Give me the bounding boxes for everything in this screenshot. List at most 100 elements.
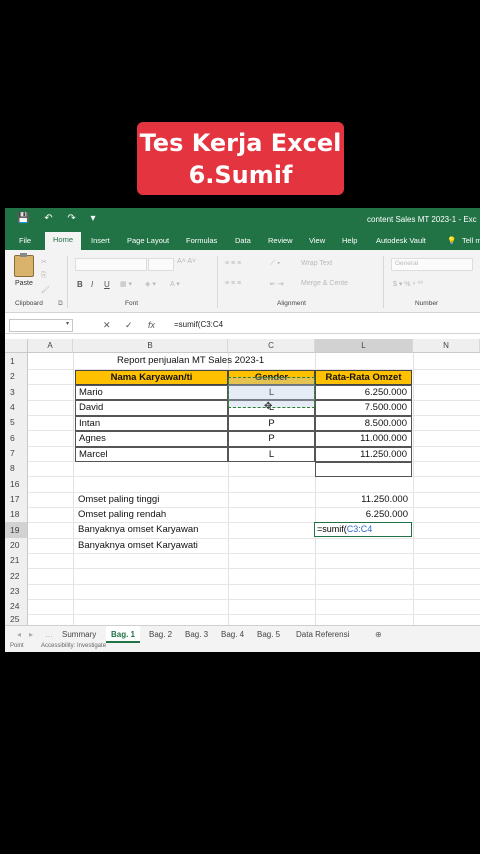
paste-button[interactable]: Paste [15, 280, 33, 287]
currency-icon[interactable]: $ ▾ % ⁹ ⁰⁰ [393, 280, 423, 288]
sheet-tab-data-referensi[interactable]: Data Referensi [296, 630, 349, 639]
column-header-a[interactable]: A [28, 339, 73, 353]
italic-button[interactable]: I [91, 280, 93, 289]
row-header[interactable]: 22 [5, 568, 28, 584]
fill-color-icon[interactable]: ◈ ▾ [145, 280, 156, 288]
cut-icon[interactable]: ✂ [41, 258, 47, 266]
record-gender[interactable]: P [228, 431, 315, 447]
more-sheets-icon[interactable]: … [45, 630, 53, 639]
record-omzet[interactable]: 7.500.000 [315, 400, 412, 416]
font-size-box[interactable] [148, 258, 174, 271]
align-left-icon[interactable]: ≡ ≡ ≡ [225, 280, 241, 287]
select-all-corner[interactable] [5, 339, 28, 353]
font-name-box[interactable] [75, 258, 147, 271]
insert-function-icon[interactable]: fx [148, 320, 155, 330]
increase-font-icon[interactable]: A˄ A˅ [177, 258, 196, 265]
record-name[interactable]: David [75, 400, 228, 416]
record-name[interactable]: Agnes [75, 431, 228, 447]
ribbon-tabs: File Home Insert Page Layout Formulas Da… [5, 230, 480, 250]
clipboard-launcher-icon[interactable]: ⧉ [58, 300, 63, 308]
number-format-box[interactable]: General [391, 258, 473, 271]
summary-highest-label[interactable]: Omset paling tinggi [75, 494, 159, 505]
row-header[interactable]: 1 [5, 353, 28, 369]
row-header[interactable]: 21 [5, 553, 28, 568]
record-gender[interactable]: P [228, 416, 315, 431]
quick-access-toolbar[interactable]: 💾 ↶ ↷ ▾ [17, 213, 102, 224]
indent-icon[interactable]: ⇤ ⇥ [270, 280, 284, 288]
row-header[interactable]: 7 [5, 446, 28, 461]
bold-button[interactable]: B [77, 280, 83, 289]
record-omzet[interactable]: 6.250.000 [315, 385, 412, 400]
tab-file[interactable]: File [19, 236, 31, 245]
column-header-n[interactable]: N [413, 339, 480, 353]
sheet-tab-summary[interactable]: Summary [62, 630, 96, 639]
sheet-tab-bag-5[interactable]: Bag. 5 [257, 630, 280, 639]
row-header[interactable]: 25 [5, 614, 28, 625]
column-header-l[interactable]: L [315, 339, 413, 353]
row-header[interactable]: 24 [5, 599, 28, 614]
sheet-tab-bag-3[interactable]: Bag. 3 [185, 630, 208, 639]
tab-insert[interactable]: Insert [91, 236, 110, 245]
row-header[interactable]: 3 [5, 384, 28, 400]
enter-icon[interactable]: ✓ [125, 320, 133, 331]
tab-formulas[interactable]: Formulas [186, 236, 217, 245]
name-box[interactable] [9, 319, 73, 332]
wrap-text-button[interactable]: Wrap Text [301, 260, 332, 267]
underline-button[interactable]: U [104, 280, 110, 289]
merge-center-button[interactable]: Merge & Cente [301, 280, 348, 287]
row-header[interactable]: 5 [5, 415, 28, 430]
row-header[interactable]: 17 [5, 492, 28, 507]
column-header-b[interactable]: B [73, 339, 228, 353]
formula-input[interactable]: =sumif(C3:C4 [174, 320, 223, 329]
scroll-right-icon[interactable]: ▸ [29, 630, 33, 639]
tab-autodesk-vault[interactable]: Autodesk Vault [376, 236, 426, 245]
row-header[interactable]: 16 [5, 476, 28, 492]
row-header[interactable]: 18 [5, 507, 28, 522]
lightbulb-icon[interactable]: 💡 [447, 236, 456, 245]
record-omzet[interactable]: 11.000.000 [315, 431, 412, 447]
font-color-icon[interactable]: A ▾ [170, 280, 180, 288]
tab-view[interactable]: View [309, 236, 325, 245]
borders-icon[interactable]: ▦ ▾ [120, 280, 132, 288]
row-header[interactable]: 23 [5, 584, 28, 599]
sheet-tab-bag-4[interactable]: Bag. 4 [221, 630, 244, 639]
tab-home[interactable]: Home [45, 232, 82, 250]
row-header[interactable]: 4 [5, 400, 28, 415]
summary-male-label[interactable]: Banyaknya omset Karyawan [75, 524, 198, 535]
tab-help[interactable]: Help [342, 236, 357, 245]
column-header-c[interactable]: C [228, 339, 315, 353]
row-header[interactable]: 19 [5, 522, 28, 538]
record-omzet[interactable]: 11.250.000 [315, 447, 412, 462]
name-box-dropdown-icon[interactable]: ▾ [66, 320, 69, 327]
record-name[interactable]: Marcel [75, 447, 228, 462]
tab-tell-me[interactable]: Tell m [462, 236, 480, 245]
record-omzet[interactable]: 8.500.000 [315, 416, 412, 431]
accessibility-status[interactable]: Accessibility: Investigate [41, 643, 106, 649]
tab-page-layout[interactable]: Page Layout [127, 236, 169, 245]
tab-review[interactable]: Review [268, 236, 293, 245]
align-top-icon[interactable]: ≡ ≡ ≡ [225, 260, 241, 267]
orientation-icon[interactable]: ⟋ ▾ [270, 260, 280, 268]
summary-lowest-value[interactable]: 6.250.000 [315, 509, 412, 520]
cancel-icon[interactable]: ✕ [103, 320, 111, 331]
summary-lowest-label[interactable]: Omset paling rendah [75, 509, 166, 520]
row-header[interactable]: 8 [5, 461, 28, 476]
paste-icon[interactable] [14, 253, 34, 277]
tab-data[interactable]: Data [235, 236, 251, 245]
sheet-tab-bag-1[interactable]: Bag. 1 [106, 626, 141, 643]
add-sheet-icon[interactable]: ⊕ [375, 630, 382, 639]
record-gender[interactable]: L [228, 447, 315, 462]
row-header[interactable]: 6 [5, 430, 28, 446]
copy-icon[interactable]: ⎘ [41, 272, 47, 280]
summary-female-label[interactable]: Banyaknya omset Karyawati [75, 540, 198, 551]
summary-highest-value[interactable]: 11.250.000 [315, 494, 412, 505]
record-name[interactable]: Intan [75, 416, 228, 431]
row-header[interactable]: 2 [5, 369, 28, 384]
row-header[interactable]: 20 [5, 538, 28, 553]
empty-omzet-cell[interactable] [315, 462, 412, 477]
format-painter-icon[interactable]: 🖌 [41, 286, 50, 294]
record-name[interactable]: Mario [75, 385, 228, 400]
sheet-tab-bag-2[interactable]: Bag. 2 [149, 630, 172, 639]
scroll-left-icon[interactable]: ◂ [17, 630, 21, 639]
active-cell-editor[interactable]: =sumif(C3:C4 [314, 522, 412, 537]
